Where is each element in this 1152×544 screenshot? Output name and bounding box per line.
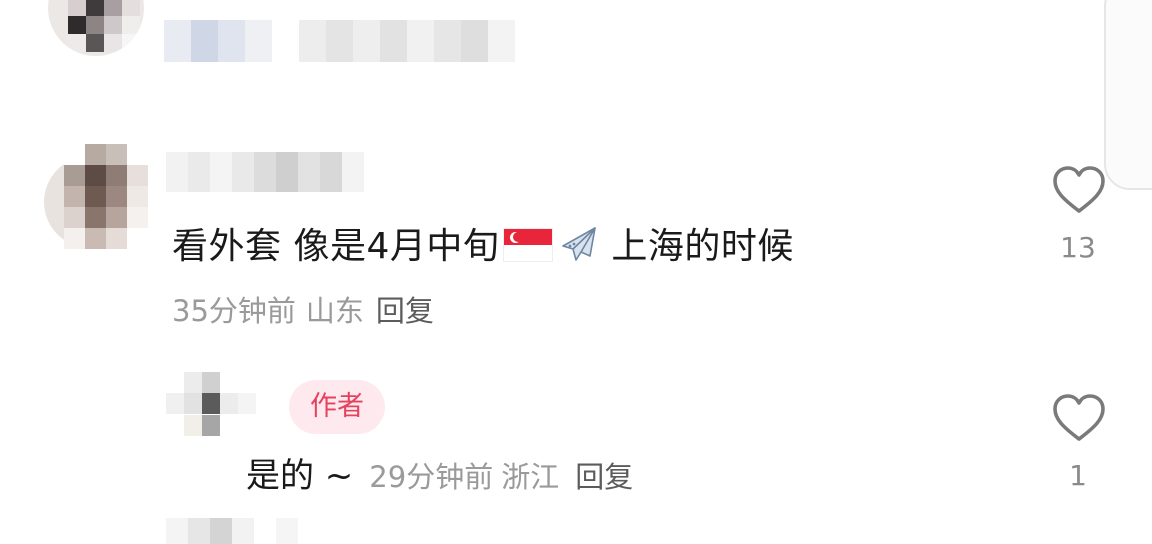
like-count: 13 xyxy=(1060,231,1096,264)
comment-location: 山东 xyxy=(305,294,364,328)
reply-text: 是的 ~ xyxy=(246,456,354,496)
reply-text-line: 是的 ~ 29分钟前 浙江 回复 xyxy=(246,452,633,501)
avatar[interactable] xyxy=(48,0,144,56)
reply-button[interactable]: 回复 xyxy=(376,294,434,328)
author-badge: 作者 xyxy=(289,380,385,434)
reply-location: 浙江 xyxy=(501,460,560,494)
heart-icon[interactable] xyxy=(1058,0,1098,6)
comment-time: 35分钟前 xyxy=(172,294,296,328)
comment-thread: 看外套 像是4月中旬 上海的时候 35分钟前 山东 回复 13 作者 是的 ~29分… xyxy=(0,0,1152,544)
avatar[interactable] xyxy=(44,144,148,249)
reply-button[interactable]: 回复 xyxy=(575,460,633,494)
side-panel-edge xyxy=(1104,0,1152,190)
comment-text-end: 上海的时候 xyxy=(611,226,794,267)
heart-icon[interactable] xyxy=(1052,165,1106,215)
comment-meta: 35分钟前 山东 回复 xyxy=(172,290,434,332)
avatar-mosaic xyxy=(64,144,148,249)
reply-time: 29分钟前 xyxy=(369,460,494,494)
avatar[interactable] xyxy=(166,372,274,436)
comment-text-start: 看外套 像是4月中旬 xyxy=(172,226,500,267)
blurred-comment-text xyxy=(164,20,542,62)
like-count: 1 xyxy=(1069,459,1087,492)
airplane-icon xyxy=(562,227,597,261)
blurred-username xyxy=(166,152,364,192)
singapore-flag-icon xyxy=(503,228,554,262)
blurred-avatar xyxy=(166,518,342,544)
comment-text: 看外套 像是4月中旬 上海的时候 xyxy=(172,222,794,272)
heart-icon[interactable] xyxy=(1052,393,1106,443)
